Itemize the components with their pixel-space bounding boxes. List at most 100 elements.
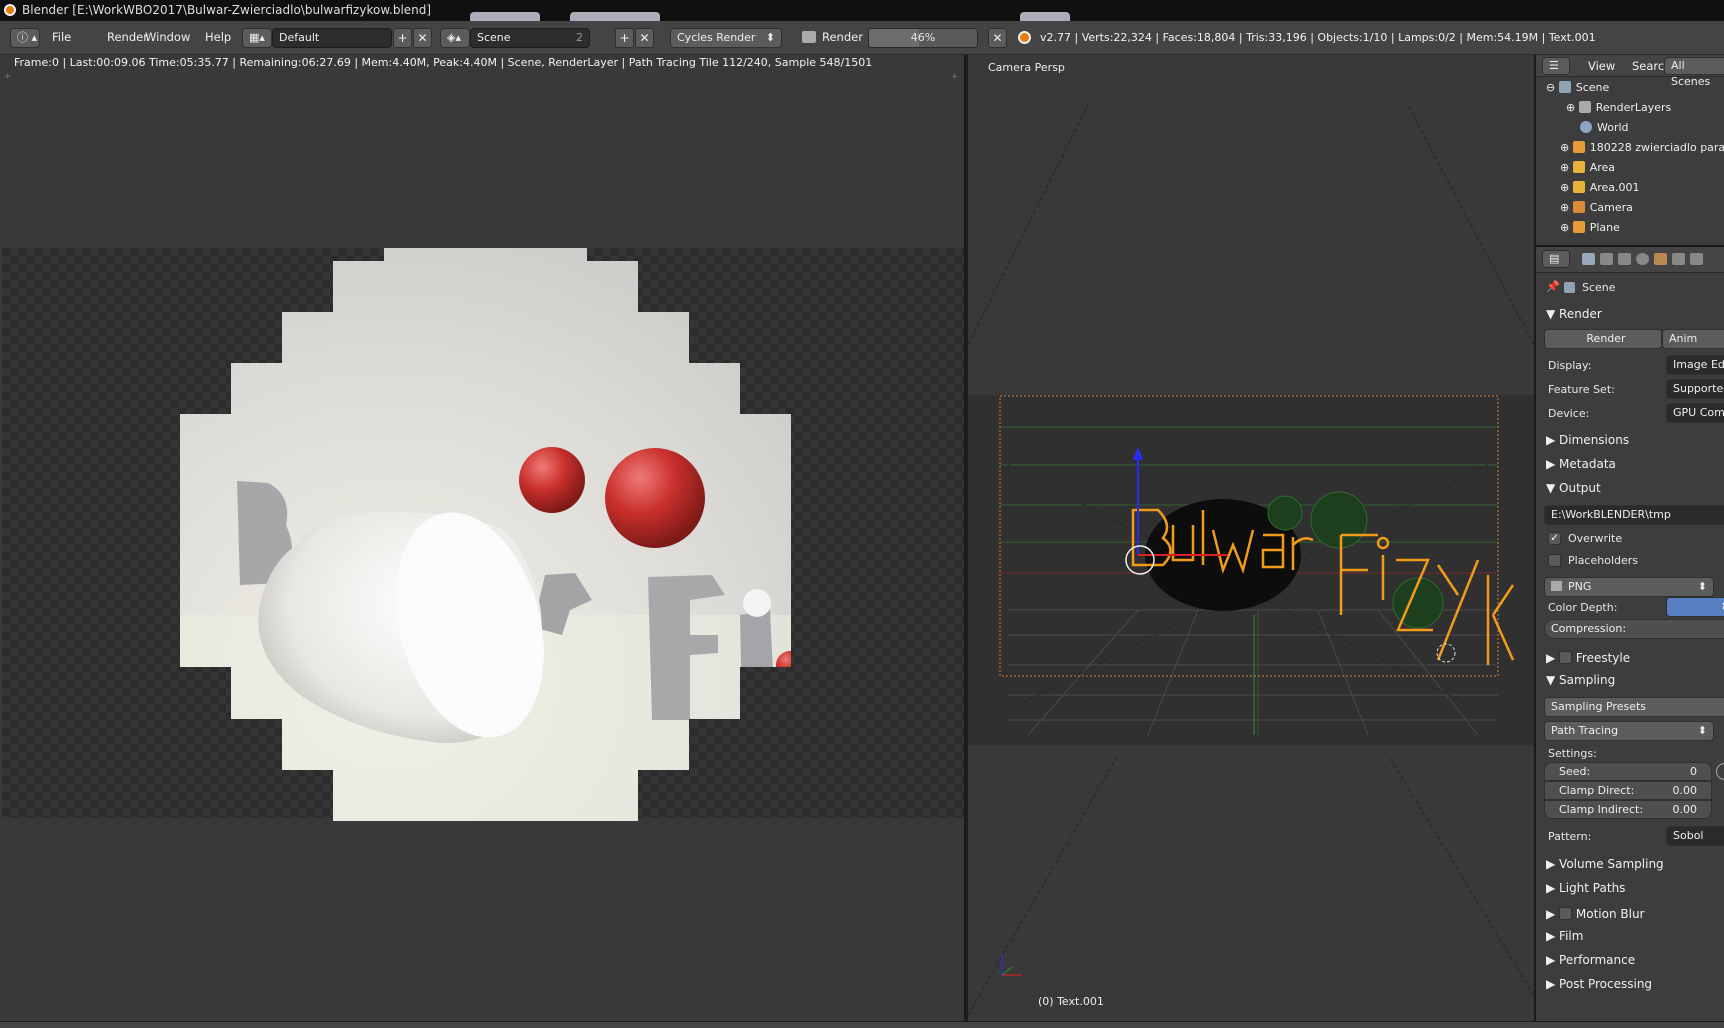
seed-field[interactable]: Seed: 0 [1544, 762, 1712, 781]
world-tab-icon[interactable] [1636, 253, 1649, 265]
panel-light-paths-header[interactable]: ▶ Light Paths [1546, 881, 1625, 895]
sampling-presets-menu[interactable]: Sampling Presets [1544, 697, 1724, 717]
outliner-view-menu[interactable]: View [1588, 59, 1615, 73]
sphere-wireframe [1267, 495, 1303, 531]
menu-help[interactable]: Help [205, 30, 231, 44]
panel-output-header[interactable]: ▼ Output [1546, 481, 1601, 495]
screen-layout-icon[interactable]: ▦▴ [242, 28, 272, 48]
placeholders-checkbox[interactable] [1548, 554, 1561, 567]
scene-field[interactable]: Scene 2 [470, 28, 590, 48]
outliner-row-label: Camera [1589, 201, 1633, 214]
object-tab-icon[interactable] [1654, 253, 1667, 265]
3d-viewport[interactable]: Camera Persp (0) Text.001 [968, 55, 1534, 1023]
outliner-row-mirror[interactable]: ⊕ 180228 zwierciadlo parab [1536, 138, 1724, 158]
scene-icon[interactable]: ◈▴ [440, 28, 470, 48]
add-scene-icon[interactable]: + [615, 28, 634, 48]
panel-dimensions-header[interactable]: ▶ Dimensions [1546, 433, 1629, 447]
pattern-select[interactable]: Sobol [1666, 826, 1724, 846]
render-progress-percent: 46% [910, 31, 936, 44]
panel-dimensions-label: Dimensions [1559, 433, 1630, 447]
outliner[interactable]: ☰ View Search All Scenes ⊖ Scene ⊕ Rende… [1534, 55, 1724, 245]
dropdown-arrows-icon: ⬍ [765, 31, 775, 44]
outliner-header: ☰ View Search All Scenes [1536, 55, 1724, 88]
dropdown-arrows-icon: ⬍ [1697, 724, 1707, 737]
clamp-indirect-field[interactable]: Clamp Indirect: 0.00 [1544, 800, 1712, 819]
render-tab-icon[interactable] [1582, 253, 1595, 265]
red-sphere [605, 448, 705, 548]
panel-motion-blur-label: Motion Blur [1575, 907, 1645, 921]
camera-icon [1572, 201, 1585, 213]
motion-blur-checkbox[interactable] [1559, 907, 1573, 920]
scene-statistics: v2.77 | Verts:22,324 | Faces:18,804 | Tr… [1040, 31, 1596, 44]
editor-type-properties-icon[interactable]: ▤ [1542, 250, 1570, 268]
compression-label: Compression: [1551, 622, 1627, 635]
render-icon [802, 31, 816, 43]
panel-performance-header[interactable]: ▶ Performance [1546, 953, 1635, 967]
outliner-row-world[interactable]: World [1536, 118, 1724, 138]
output-path-field[interactable]: E:\WorkBLENDER\tmp [1544, 505, 1724, 525]
panel-volume-sampling-header[interactable]: ▶ Volume Sampling [1546, 857, 1664, 871]
scene-tab-icon[interactable] [1618, 253, 1631, 265]
freestyle-checkbox[interactable] [1559, 651, 1573, 664]
render-progress-label: Render [822, 30, 863, 44]
clamp-indirect-value: 0.00 [1672, 803, 1698, 816]
image-editor[interactable]: Frame:0 | Last:00:09.06 Time:05:35.77 | … [0, 55, 966, 1023]
overwrite-checkbox[interactable]: ✓ [1548, 532, 1561, 545]
clamp-direct-field[interactable]: Clamp Direct: 0.00 [1544, 781, 1712, 800]
cancel-render-icon[interactable]: ✕ [988, 28, 1007, 48]
render-button[interactable]: Render [1544, 329, 1662, 349]
panel-post-processing-header[interactable]: ▶ Post Processing [1546, 977, 1652, 991]
menu-window[interactable]: Window [145, 30, 190, 44]
lamp-icon [1572, 181, 1585, 193]
compression-slider[interactable]: Compression: [1544, 619, 1724, 639]
color-depth-toggle[interactable]: 8 [1666, 597, 1724, 617]
delete-screen-icon[interactable]: ✕ [413, 28, 432, 48]
device-select[interactable]: GPU Comp [1666, 403, 1724, 423]
file-format-select[interactable]: PNG ⬍ [1544, 577, 1714, 597]
outliner-row-scene[interactable]: ⊖ Scene [1536, 78, 1724, 98]
outliner-row-renderlayers[interactable]: ⊕ RenderLayers [1536, 98, 1724, 118]
outliner-row-area[interactable]: ⊕ Area [1536, 158, 1724, 178]
seed-time-icon[interactable] [1716, 763, 1724, 780]
pin-icon[interactable]: 📌 [1546, 280, 1560, 293]
menu-render[interactable]: Render [107, 30, 148, 44]
display-select[interactable]: Image Edit [1666, 355, 1724, 375]
background-window-blur [470, 12, 540, 21]
panel-metadata-header[interactable]: ▶ Metadata [1546, 457, 1616, 471]
editor-type-info-button[interactable]: ⓘ ▴ [10, 28, 40, 48]
panel-film-header[interactable]: ▶ Film [1546, 929, 1583, 943]
delete-scene-icon[interactable]: ✕ [635, 28, 654, 48]
outliner-row-area001[interactable]: ⊕ Area.001 [1536, 178, 1724, 198]
add-screen-icon[interactable]: + [393, 28, 412, 48]
panel-film-label: Film [1559, 929, 1584, 943]
integrator-select[interactable]: Path Tracing ⬍ [1544, 721, 1714, 741]
animation-button[interactable]: Anim [1662, 329, 1724, 349]
animation-button-label: Anim [1669, 332, 1698, 345]
scene-users: 2 [576, 31, 583, 44]
panel-render-header[interactable]: ▼ Render [1546, 307, 1602, 321]
active-object-label: (0) Text.001 [1038, 995, 1104, 1008]
scene-icon [1564, 282, 1575, 293]
panel-light-paths-label: Light Paths [1559, 881, 1626, 895]
render-engine-select[interactable]: Cycles Render ⬍ [670, 28, 782, 48]
info-header: ⓘ ▴ File Render Window Help ▦▴ Default +… [0, 21, 1724, 55]
outliner-row-camera[interactable]: ⊕ Camera [1536, 198, 1724, 218]
editor-type-outliner-icon[interactable]: ☰ [1542, 57, 1570, 75]
outliner-filter-select[interactable]: All Scenes [1664, 57, 1724, 88]
constraints-tab-icon[interactable] [1672, 253, 1685, 265]
panel-sampling-header[interactable]: ▼ Sampling [1546, 673, 1615, 687]
modifiers-tab-icon[interactable] [1690, 253, 1703, 265]
outliner-row-plane[interactable]: ⊕ Plane [1536, 218, 1724, 238]
feature-set-select[interactable]: Supported [1666, 379, 1724, 399]
panel-motion-blur-header[interactable]: ▶ Motion Blur [1546, 905, 1644, 921]
screen-layout-field[interactable]: Default [272, 28, 392, 48]
properties-editor[interactable]: ▤ 📌 Scene ▼ Render Render Anim Display: … [1534, 245, 1724, 1023]
viewport-scene [968, 104, 1534, 1016]
nav-axis-y [1001, 966, 1013, 976]
mesh-icon [1572, 221, 1585, 233]
render-layers-tab-icon[interactable] [1600, 253, 1613, 265]
menu-file[interactable]: File [52, 30, 71, 44]
panel-freestyle-header[interactable]: ▶ Freestyle [1546, 649, 1630, 665]
settings-label: Settings: [1548, 747, 1597, 760]
image-icon [1551, 581, 1562, 591]
